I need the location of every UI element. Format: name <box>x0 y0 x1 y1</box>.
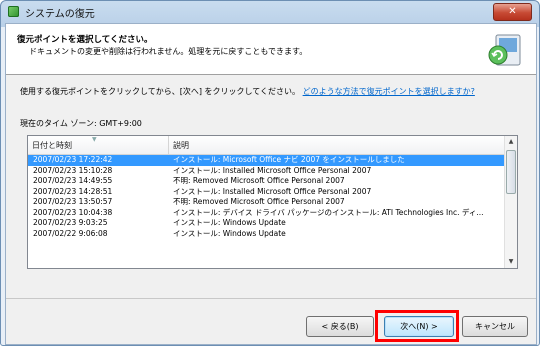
column-header-description-label: 説明 <box>173 141 189 150</box>
list-item[interactable]: 2007/02/23 17:22:42 インストール: Microsoft Off… <box>28 155 504 166</box>
system-restore-icon <box>8 6 19 17</box>
help-link[interactable]: どのような方法で復元ポイントを選択しますか? <box>303 87 475 96</box>
column-header-date[interactable]: 日付と時刻 ▼ <box>28 136 169 154</box>
column-header-date-label: 日付と時刻 <box>32 141 72 150</box>
next-button-highlight <box>375 310 459 342</box>
restore-point-list[interactable]: 日付と時刻 ▼ 説明 2007/02/23 17:22:42 インストール: Mi… <box>27 135 518 269</box>
list-header: 日付と時刻 ▼ 説明 <box>28 136 504 155</box>
row-date: 2007/02/23 10:04:38 <box>33 207 113 217</box>
scroll-thumb[interactable] <box>506 150 516 194</box>
scroll-down-icon[interactable]: ▼ <box>505 256 517 268</box>
list-item[interactable]: 2007/02/23 14:49:55 不明: Removed Microsoft… <box>28 176 504 187</box>
row-description: インストール: Microsoft Office ナビ 2007 をインストール… <box>173 155 405 164</box>
list-item[interactable]: 2007/02/23 13:50:57 不明: Removed Microsoft… <box>28 197 504 208</box>
instruction-label: 使用する復元ポイントをクリックしてから、[次へ] をクリックしてください。 <box>20 87 301 96</box>
row-date: 2007/02/23 14:28:51 <box>33 186 113 196</box>
page-subtitle: ドキュメントの変更や削除は行われません。処理を元に戻すこともできます。 <box>29 47 308 56</box>
cancel-button[interactable]: キャンセル <box>462 316 528 337</box>
row-description: 不明: Removed Microsoft Office Personal 20… <box>173 197 345 206</box>
footer-divider <box>6 298 536 299</box>
row-date: 2007/02/23 17:22:42 <box>33 155 113 164</box>
row-description: インストール: Windows Update <box>173 218 286 227</box>
window-title: システムの復元 <box>25 9 95 20</box>
scroll-up-icon[interactable]: ▲ <box>505 136 517 148</box>
page-title: 復元ポイントを選択してください。 <box>17 35 153 45</box>
row-date: 2007/02/23 14:49:55 <box>33 176 113 185</box>
row-description: インストール: デバイス ドライバ パッケージのインストール: ATI Tech… <box>173 207 484 217</box>
list-item[interactable]: 2007/02/23 9:03:25 インストール: Windows Update <box>28 218 504 229</box>
sort-ascending-icon: ▼ <box>92 136 97 143</box>
list-item[interactable]: 2007/02/23 15:10:28 インストール: Installed Mic… <box>28 166 504 177</box>
restore-wizard-icon <box>488 34 521 66</box>
wizard-header: 復元ポイントを選択してください。 ドキュメントの変更や削除は行われません。処理を… <box>6 24 536 75</box>
title-bar: システムの復元 ✕ <box>1 1 539 23</box>
row-date: 2007/02/23 15:10:28 <box>33 165 113 175</box>
list-item[interactable]: 2007/02/23 10:04:38 インストール: デバイス ドライバ パッケ… <box>28 208 504 219</box>
list-rows: 2007/02/23 17:22:42 インストール: Microsoft Off… <box>28 155 504 239</box>
wizard-client-area: 復元ポイントを選択してください。 ドキュメントの変更や削除は行われません。処理を… <box>5 23 537 345</box>
row-date: 2007/02/23 9:03:25 <box>33 218 108 227</box>
row-description: 不明: Removed Microsoft Office Personal 20… <box>173 176 345 185</box>
vertical-scrollbar[interactable]: ▲ ▼ <box>504 136 517 268</box>
row-date: 2007/02/23 13:50:57 <box>33 197 113 206</box>
list-item[interactable]: 2007/02/23 14:28:51 インストール: Installed Mic… <box>28 187 504 198</box>
row-date: 2007/02/22 9:06:08 <box>33 228 108 238</box>
column-header-description[interactable]: 説明 <box>169 136 504 154</box>
system-restore-window: システムの復元 ✕ 復元ポイントを選択してください。 ドキュメントの変更や削除は… <box>0 0 540 346</box>
row-description: インストール: Installed Microsoft Office Perso… <box>173 186 372 196</box>
timezone-label: 現在のタイム ゾーン: GMT+9:00 <box>20 119 142 128</box>
instruction-text: 使用する復元ポイントをクリックしてから、[次へ] をクリックしてください。 どの… <box>20 86 475 97</box>
back-button[interactable]: < 戻る(B) <box>306 316 374 337</box>
list-item[interactable]: 2007/02/22 9:06:08 インストール: Windows Update <box>28 229 504 240</box>
row-description: インストール: Installed Microsoft Office Perso… <box>173 165 372 175</box>
close-button[interactable]: ✕ <box>493 3 532 21</box>
row-description: インストール: Windows Update <box>173 228 286 238</box>
